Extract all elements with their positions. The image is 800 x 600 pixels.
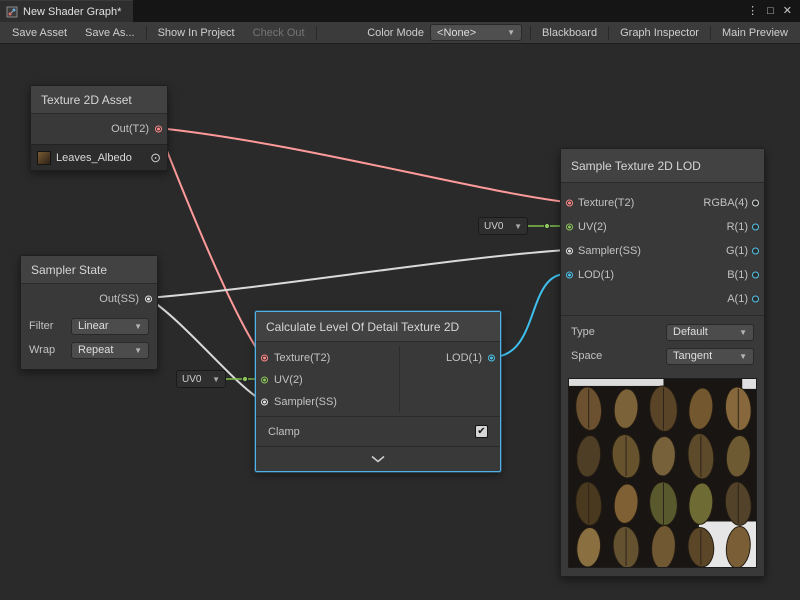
port-uv-input[interactable] bbox=[566, 224, 573, 231]
port-rgba-output[interactable] bbox=[752, 200, 759, 207]
port-label: UV(2) bbox=[578, 221, 607, 233]
port-uv-input[interactable] bbox=[261, 377, 268, 384]
space-label: Space bbox=[571, 350, 602, 362]
window-controls: ⋮ □ ✕ bbox=[747, 0, 800, 22]
toolbar-separator bbox=[530, 26, 531, 40]
shader-graph-icon bbox=[6, 6, 18, 18]
wrap-value: Repeat bbox=[78, 344, 113, 356]
wrap-label: Wrap bbox=[29, 344, 55, 356]
space-dropdown[interactable]: Tangent ▼ bbox=[666, 348, 754, 365]
node-sampler-state[interactable]: Sampler State Out(SS) Filter Linear ▼ Wr… bbox=[20, 255, 158, 370]
port-texture-input[interactable] bbox=[566, 200, 573, 207]
port-sampler-input[interactable] bbox=[566, 248, 573, 255]
toolbar: Save Asset Save As... Show In Project Ch… bbox=[0, 22, 800, 44]
color-mode-label: Color Mode bbox=[361, 27, 430, 39]
wrap-dropdown[interactable]: Repeat ▼ bbox=[71, 342, 149, 359]
node-sample-texture-2d-lod[interactable]: Sample Texture 2D LOD Texture(T2) RGBA(4… bbox=[560, 148, 765, 577]
maximize-icon[interactable]: □ bbox=[767, 6, 774, 17]
node-title[interactable]: Calculate Level Of Detail Texture 2D bbox=[256, 312, 500, 342]
window-tab[interactable]: New Shader Graph* bbox=[0, 0, 133, 22]
filter-value: Linear bbox=[78, 320, 109, 332]
port-label: LOD(1) bbox=[446, 352, 482, 364]
port-label: R(1) bbox=[727, 221, 748, 233]
port-label: Sampler(SS) bbox=[274, 396, 337, 408]
node-title[interactable]: Texture 2D Asset bbox=[31, 86, 167, 114]
type-label: Type bbox=[571, 326, 595, 338]
port-texture-input[interactable] bbox=[261, 355, 268, 362]
node-calculate-lod[interactable]: Calculate Level Of Detail Texture 2D Tex… bbox=[255, 311, 501, 472]
window-title: New Shader Graph* bbox=[23, 6, 121, 18]
kebab-menu-icon[interactable]: ⋮ bbox=[747, 6, 758, 17]
node-title[interactable]: Sample Texture 2D LOD bbox=[561, 149, 764, 183]
port-g-output[interactable] bbox=[752, 248, 759, 255]
titlebar: New Shader Graph* ⋮ □ ✕ bbox=[0, 0, 800, 22]
chevron-down-icon: ▼ bbox=[507, 28, 515, 37]
save-asset-button[interactable]: Save Asset bbox=[3, 22, 76, 43]
close-icon[interactable]: ✕ bbox=[783, 6, 792, 17]
port-label: Out(SS) bbox=[99, 293, 139, 305]
toolbar-separator bbox=[608, 26, 609, 40]
port-a-output[interactable] bbox=[752, 296, 759, 303]
type-value: Default bbox=[673, 326, 708, 338]
chevron-down-icon: ▼ bbox=[514, 222, 522, 231]
clamp-checkbox[interactable]: ✔ bbox=[475, 425, 488, 438]
toolbar-separator bbox=[316, 26, 317, 40]
type-dropdown[interactable]: Default ▼ bbox=[666, 324, 754, 341]
port-label: Out(T2) bbox=[111, 123, 149, 135]
node-title[interactable]: Sampler State bbox=[21, 256, 157, 284]
object-field-value: Leaves_Albedo bbox=[56, 152, 145, 164]
port-lod-output[interactable] bbox=[488, 355, 495, 362]
toolbar-separator bbox=[710, 26, 711, 40]
port-label: LOD(1) bbox=[578, 269, 614, 281]
uv-channel-value: UV0 bbox=[484, 221, 503, 232]
graph-inspector-button[interactable]: Graph Inspector bbox=[611, 22, 708, 43]
port-b-output[interactable] bbox=[752, 272, 759, 279]
port-label: RGBA(4) bbox=[703, 197, 748, 209]
texture-preview bbox=[568, 378, 757, 568]
show-in-project-button[interactable]: Show In Project bbox=[149, 22, 244, 43]
color-mode-value: <None> bbox=[437, 27, 476, 39]
port-label: A(1) bbox=[727, 293, 748, 305]
node-texture-2d-asset[interactable]: Texture 2D Asset Out(T2) Leaves_Albedo ⊙ bbox=[30, 85, 168, 171]
port-out-t2[interactable] bbox=[155, 126, 162, 133]
check-out-button[interactable]: Check Out bbox=[244, 22, 314, 43]
chevron-down-icon: ▼ bbox=[739, 352, 747, 361]
uv-channel-dropdown[interactable]: UV0 ▼ bbox=[478, 217, 528, 235]
port-r-output[interactable] bbox=[752, 224, 759, 231]
space-value: Tangent bbox=[673, 350, 712, 362]
chevron-down-icon: ▼ bbox=[212, 375, 220, 384]
port-label: G(1) bbox=[726, 245, 748, 257]
main-preview-button[interactable]: Main Preview bbox=[713, 22, 797, 43]
port-label: Texture(T2) bbox=[274, 352, 330, 364]
chevron-down-icon: ▼ bbox=[134, 346, 142, 355]
collapse-chevron-button[interactable] bbox=[256, 446, 500, 471]
port-label: UV(2) bbox=[274, 374, 303, 386]
save-as-button[interactable]: Save As... bbox=[76, 22, 144, 43]
uv-channel-value: UV0 bbox=[182, 374, 201, 385]
object-picker-icon[interactable]: ⊙ bbox=[150, 151, 161, 164]
chevron-down-icon bbox=[370, 455, 386, 463]
filter-label: Filter bbox=[29, 320, 53, 332]
color-mode-dropdown[interactable]: <None> ▼ bbox=[430, 24, 522, 41]
port-label: Sampler(SS) bbox=[578, 245, 641, 257]
texture-object-field[interactable]: Leaves_Albedo ⊙ bbox=[31, 144, 167, 170]
port-sampler-input[interactable] bbox=[261, 399, 268, 406]
chevron-down-icon: ▼ bbox=[739, 328, 747, 337]
blackboard-button[interactable]: Blackboard bbox=[533, 22, 606, 43]
port-out-ss[interactable] bbox=[145, 296, 152, 303]
texture-thumbnail-icon bbox=[37, 151, 51, 165]
clamp-label: Clamp bbox=[268, 426, 300, 438]
port-label: B(1) bbox=[727, 269, 748, 281]
filter-dropdown[interactable]: Linear ▼ bbox=[71, 318, 149, 335]
chevron-down-icon: ▼ bbox=[134, 322, 142, 331]
port-lod-input[interactable] bbox=[566, 272, 573, 279]
toolbar-separator bbox=[146, 26, 147, 40]
port-label: Texture(T2) bbox=[578, 197, 634, 209]
uv-channel-dropdown[interactable]: UV0 ▼ bbox=[176, 370, 226, 388]
